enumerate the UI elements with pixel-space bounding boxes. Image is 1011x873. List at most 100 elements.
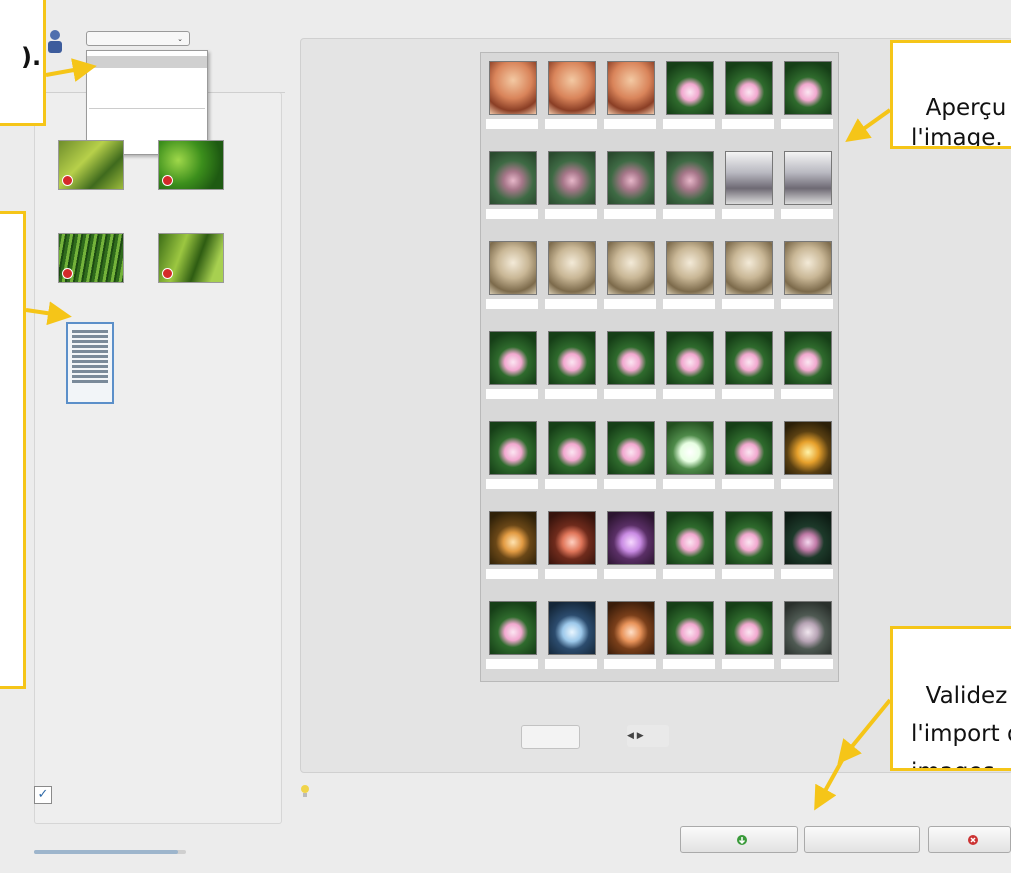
preview-caption <box>722 569 774 579</box>
preview-caption <box>486 299 538 309</box>
preview-photo <box>725 151 773 205</box>
remove-icon[interactable] <box>62 175 73 186</box>
preview-photo <box>489 601 537 655</box>
preview-photo <box>607 151 655 205</box>
preview-caption <box>604 569 656 579</box>
preview-photo <box>784 601 832 655</box>
import-button[interactable] <box>680 826 798 853</box>
preview-cell <box>602 235 658 315</box>
dropdown-item-5[interactable] <box>87 113 207 125</box>
preview-caption <box>604 119 656 129</box>
image-thumbnail[interactable] <box>158 233 224 283</box>
quality-slider[interactable] <box>34 850 186 854</box>
preview-photo <box>666 241 714 295</box>
preview-caption <box>486 389 538 399</box>
dropdown-item-4[interactable] <box>87 92 207 104</box>
preview-caption <box>545 389 597 399</box>
preview-caption <box>722 209 774 219</box>
preview-cell <box>779 505 835 585</box>
preview-photo <box>666 151 714 205</box>
preview-cell <box>720 325 776 405</box>
preview-caption <box>545 119 597 129</box>
image-thumbnail[interactable] <box>158 140 224 190</box>
preview-photo <box>607 61 655 115</box>
preview-photo <box>666 331 714 385</box>
preview-caption <box>663 119 715 129</box>
page-navigation[interactable]: ◀ ▶ <box>627 725 669 747</box>
preview-photo <box>489 331 537 385</box>
preview-caption <box>781 119 833 129</box>
image-thumbnail[interactable] <box>58 233 124 283</box>
cancel-button[interactable] <box>928 826 1011 853</box>
remove-icon[interactable] <box>162 175 173 186</box>
preview-cell <box>602 595 658 675</box>
preview-cell <box>543 325 599 405</box>
preview-caption <box>781 479 833 489</box>
preview-photo <box>784 421 832 475</box>
dropdown-item-3[interactable] <box>87 80 207 92</box>
callout-top-left: ). <box>0 0 46 126</box>
preview-photo <box>607 511 655 565</box>
preview-cell <box>484 145 540 225</box>
preview-photo <box>784 151 832 205</box>
preview-caption <box>604 299 656 309</box>
preview-cell <box>543 55 599 135</box>
options-button[interactable] <box>804 826 920 853</box>
preview-photo <box>666 421 714 475</box>
preview-photo <box>548 331 596 385</box>
preview-cell <box>720 415 776 495</box>
preview-caption <box>781 299 833 309</box>
preview-photo <box>548 511 596 565</box>
preview-cell <box>602 145 658 225</box>
contact-sheet-preview <box>480 52 839 682</box>
preview-cell <box>543 415 599 495</box>
left-panel <box>34 92 282 824</box>
preview-cell <box>484 415 540 495</box>
remove-icon[interactable] <box>162 268 173 279</box>
preview-photo <box>725 421 773 475</box>
dropdown-separator <box>89 108 205 109</box>
image-thumbnail[interactable] <box>58 140 124 190</box>
preview-photo <box>548 151 596 205</box>
chevron-down-icon: ⌄ <box>177 35 183 43</box>
preview-caption <box>781 389 833 399</box>
preview-cell <box>720 235 776 315</box>
preview-photo <box>607 331 655 385</box>
preview-photo <box>548 601 596 655</box>
remove-icon[interactable] <box>62 268 73 279</box>
dropdown-item-2[interactable] <box>87 68 207 80</box>
preview-photo <box>607 601 655 655</box>
preview-photo <box>725 601 773 655</box>
show-checkbox[interactable]: ✓ <box>34 786 52 804</box>
preview-cell <box>720 145 776 225</box>
page-nav-arrows[interactable]: ◀ ▶ <box>627 731 644 741</box>
cancel-icon <box>967 834 978 845</box>
preview-cell <box>484 505 540 585</box>
preview-caption <box>722 659 774 669</box>
quality-slider-fill <box>34 850 179 854</box>
dropdown-item-1[interactable] <box>87 56 207 68</box>
callout-validate: Validez l'import des images. <box>890 626 1011 771</box>
arrow-to-dropdown <box>45 58 97 82</box>
preview-photo <box>666 511 714 565</box>
preview-cell <box>543 505 599 585</box>
preview-cell <box>661 55 717 135</box>
preview-caption <box>722 119 774 129</box>
preview-caption <box>545 299 597 309</box>
preview-caption <box>722 299 774 309</box>
preview-photo <box>548 61 596 115</box>
preview-caption <box>781 659 833 669</box>
contact-sheet-icon[interactable] <box>66 322 114 404</box>
preview-photo <box>725 331 773 385</box>
page-counter[interactable] <box>521 725 580 749</box>
preview-caption <box>604 209 656 219</box>
preview-cell <box>661 145 717 225</box>
preview-cell <box>543 235 599 315</box>
preview-photo <box>725 511 773 565</box>
preview-cell <box>779 325 835 405</box>
preview-cell <box>602 55 658 135</box>
preview-caption <box>545 209 597 219</box>
preview-cell <box>779 145 835 225</box>
preview-caption <box>604 479 656 489</box>
profile-select[interactable]: ⌄ <box>86 31 190 46</box>
